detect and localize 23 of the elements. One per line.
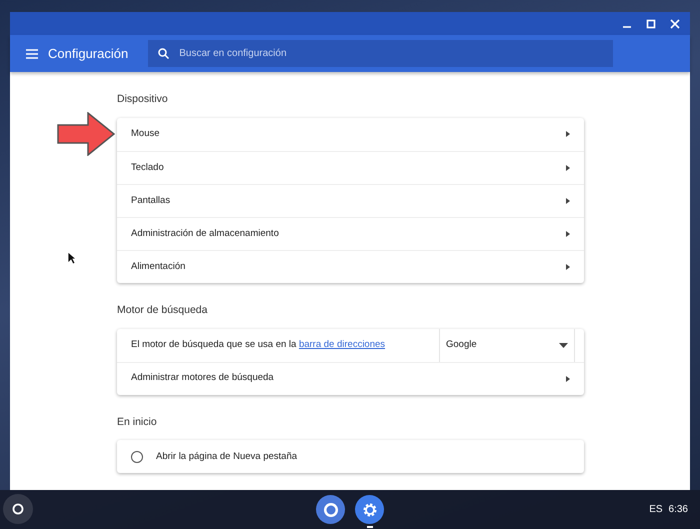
row-label: Pantallas (131, 194, 172, 208)
settings-row[interactable]: Administración de almacenamiento (117, 216, 584, 250)
settings-row[interactable]: Alimentación (117, 250, 584, 283)
row-label: Administrar motores de búsqueda (131, 371, 275, 386)
address-bar-link[interactable]: barra de direcciones (298, 338, 386, 350)
clock[interactable]: 6:36 (668, 502, 688, 517)
search-engine-dropdown[interactable]: Google (439, 328, 575, 362)
section-title: En inicio (117, 414, 158, 430)
settings-row[interactable]: Pantallas (117, 184, 584, 217)
settings-row[interactable]: Administrar motores de búsqueda (117, 362, 584, 394)
settings-row[interactable]: Mouse (117, 118, 584, 151)
row-description: El motor de búsqueda que se usa en la barra de direcciones (131, 338, 386, 352)
settings-row[interactable]: Teclado (117, 150, 584, 184)
section-title: Dispositivo (117, 92, 169, 107)
row-label: Mouse (131, 127, 161, 142)
language-indicator[interactable]: ES (649, 502, 663, 517)
app-title: Configuración (48, 44, 128, 63)
row-label: Alimentación (131, 260, 186, 274)
search-field[interactable]: Buscar en configuración (148, 40, 614, 67)
section-title: Motor de búsqueda (117, 302, 208, 318)
radio-label: Abrir la página de Nueva pestaña (156, 450, 298, 464)
row-label: Administración de almacenamiento (131, 226, 280, 241)
row-label: Teclado (131, 160, 165, 175)
